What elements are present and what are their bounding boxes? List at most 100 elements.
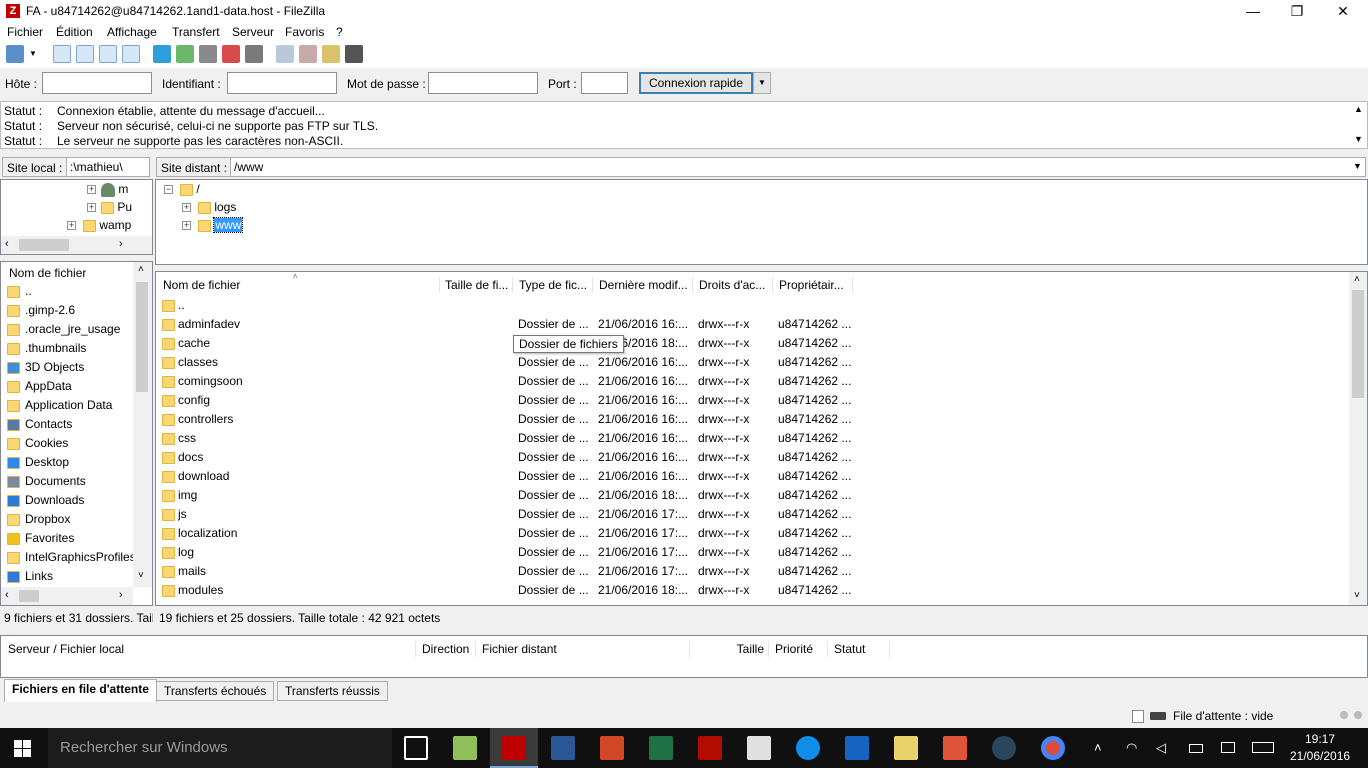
table-row[interactable]: classes Dossier de ... 21/06/2016 16:... dr… [156, 353, 1346, 372]
reconnect-icon[interactable] [245, 45, 263, 63]
task-view-icon[interactable] [404, 736, 428, 760]
list-item[interactable]: Contacts [5, 415, 131, 434]
speed-limit-icon[interactable] [1150, 712, 1166, 720]
excel-app-icon[interactable] [649, 736, 673, 760]
list-item[interactable]: Desktop [5, 453, 131, 472]
keyboard-icon[interactable] [1252, 742, 1274, 753]
table-row[interactable]: js Dossier de ... 21/06/2016 17:... drwx---… [156, 505, 1346, 524]
list-item[interactable]: .gimp-2.6 [5, 301, 131, 320]
remote-column-owner[interactable]: Propriétair... [774, 274, 852, 296]
volume-icon[interactable]: ◁ [1156, 740, 1166, 756]
list-item[interactable]: Dropbox [5, 510, 131, 529]
malwarebytes-app-icon[interactable] [845, 736, 869, 760]
table-row[interactable]: modules Dossier de ... 21/06/2016 18:... dr… [156, 581, 1346, 600]
local-list-hscrollbar[interactable]: ‹ › [1, 587, 133, 605]
toggle-comparison-icon[interactable] [299, 45, 317, 63]
list-item[interactable]: IntelGraphicsProfiles [5, 548, 136, 567]
teamviewer-app-icon[interactable] [796, 736, 820, 760]
queue-column-priority[interactable]: Priorité [770, 638, 826, 660]
tab-failed-transfers[interactable]: Transferts échoués [156, 681, 275, 701]
ccleaner-app-icon[interactable] [943, 736, 967, 760]
calculator-app-icon[interactable] [747, 736, 771, 760]
queue-column-remote-file[interactable]: Fichier distant [477, 638, 687, 660]
remote-column-size[interactable]: Taille de fi... [440, 274, 512, 296]
search-files-icon[interactable] [345, 45, 363, 63]
table-row[interactable]: .. [156, 296, 1346, 315]
table-row[interactable]: img Dossier de ... 21/06/2016 18:... drwx--… [156, 486, 1346, 505]
file-explorer-app-icon[interactable] [894, 736, 918, 760]
table-row[interactable]: cacheDossier de ...21/06/2016 18:...drwx… [156, 334, 1346, 353]
list-item[interactable]: .. [5, 282, 131, 301]
list-item[interactable]: AppData [5, 377, 131, 396]
quickconnect-dropdown[interactable]: ▼ [753, 72, 771, 94]
disconnect-icon[interactable] [222, 45, 240, 63]
tab-queued-files[interactable]: Fichiers en file d'attente [4, 679, 157, 702]
user-input[interactable] [227, 72, 337, 94]
local-tree-item[interactable]: Pu [101, 198, 132, 216]
minimize-button[interactable]: — [1230, 0, 1276, 24]
table-row[interactable]: adminfadev Dossier de ... 21/06/2016 16:..… [156, 315, 1346, 334]
queue-column-status[interactable]: Statut [829, 638, 887, 660]
expand-icon[interactable]: + [87, 203, 96, 212]
local-tree-hscrollbar[interactable]: ‹ › [1, 236, 152, 254]
transfer-type-icon[interactable] [1132, 710, 1144, 723]
cancel-operation-icon[interactable] [199, 45, 217, 63]
site-manager-dropdown-icon[interactable]: ▼ [27, 45, 39, 63]
quickconnect-button[interactable]: Connexion rapide [639, 72, 753, 94]
queue-column-size[interactable]: Taille [691, 638, 767, 660]
list-item[interactable]: Application Data [5, 396, 131, 415]
remote-tree-item-selected[interactable]: www [198, 216, 244, 234]
table-row[interactable]: controllers Dossier de ... 21/06/2016 16:.… [156, 410, 1346, 429]
chevron-up-icon[interactable]: ˄ [1094, 740, 1102, 755]
local-tree-item[interactable]: m [101, 180, 128, 198]
remote-tree-item[interactable]: / [180, 180, 200, 198]
notepad-app-icon[interactable] [453, 736, 477, 760]
remote-tree-item[interactable]: logs [198, 198, 236, 216]
list-item[interactable]: 3D Objects [5, 358, 131, 377]
local-tree-item[interactable]: wamp [83, 216, 131, 234]
table-row[interactable]: localization Dossier de ... 21/06/2016 17:… [156, 524, 1346, 543]
table-row[interactable]: comingsoon Dossier de ... 21/06/2016 16:..… [156, 372, 1346, 391]
site-manager-icon[interactable] [6, 45, 24, 63]
list-item[interactable]: Documents [5, 472, 131, 491]
scroll-up-icon[interactable]: ▲ [1354, 104, 1363, 114]
toggle-remote-tree-icon[interactable] [99, 45, 117, 63]
chrome-app-icon[interactable] [1041, 736, 1065, 760]
chevron-down-icon[interactable]: ▼ [1353, 161, 1362, 171]
list-item[interactable]: Favorites [5, 529, 131, 548]
local-list-vscrollbar[interactable]: ˄ ˅ [133, 262, 152, 587]
password-input[interactable] [428, 72, 538, 94]
remote-list-vscrollbar[interactable]: ˄ ˅ [1349, 272, 1367, 605]
process-queue-icon[interactable] [176, 45, 194, 63]
table-row[interactable]: css Dossier de ... 21/06/2016 16:... drwx--… [156, 429, 1346, 448]
tab-successful-transfers[interactable]: Transferts réussis [277, 681, 388, 701]
host-input[interactable] [42, 72, 152, 94]
word-app-icon[interactable] [551, 736, 575, 760]
battery-icon[interactable] [1189, 744, 1203, 753]
remote-column-permissions[interactable]: Droits d'ac... [694, 274, 772, 296]
expand-icon[interactable]: + [87, 185, 96, 194]
menu-fichier[interactable]: Fichier [7, 25, 43, 39]
maximize-button[interactable]: ❐ [1274, 0, 1320, 24]
menu-favoris[interactable]: Favoris [285, 25, 324, 39]
clock-time[interactable]: 19:17 [1290, 732, 1350, 746]
powerpoint-app-icon[interactable] [600, 736, 624, 760]
log-scrollbar[interactable]: ▲ ▼ [1351, 102, 1367, 148]
directory-listing-filter-icon[interactable] [276, 45, 294, 63]
pdf-app-icon[interactable] [698, 736, 722, 760]
remote-column-type[interactable]: Type de fic... [514, 274, 592, 296]
expand-icon[interactable]: + [67, 221, 76, 230]
expand-icon[interactable]: + [182, 203, 191, 212]
table-row[interactable]: docs Dossier de ... 21/06/2016 16:... drwx-… [156, 448, 1346, 467]
table-row[interactable]: mails Dossier de ... 21/06/2016 17:... drwx… [156, 562, 1346, 581]
taskbar-search[interactable]: Rechercher sur Windows [48, 728, 392, 768]
local-column-filename[interactable]: Nom de fichier [4, 262, 129, 284]
list-item[interactable]: .thumbnails [5, 339, 131, 358]
toggle-queue-icon[interactable] [122, 45, 140, 63]
menu-serveur[interactable]: Serveur [232, 25, 274, 39]
remote-column-modified[interactable]: Dernière modif... [594, 274, 692, 296]
close-button[interactable]: ✕ [1320, 0, 1366, 24]
toggle-log-icon[interactable] [53, 45, 71, 63]
port-input[interactable] [581, 72, 628, 94]
filezilla-app-icon[interactable] [502, 736, 526, 760]
